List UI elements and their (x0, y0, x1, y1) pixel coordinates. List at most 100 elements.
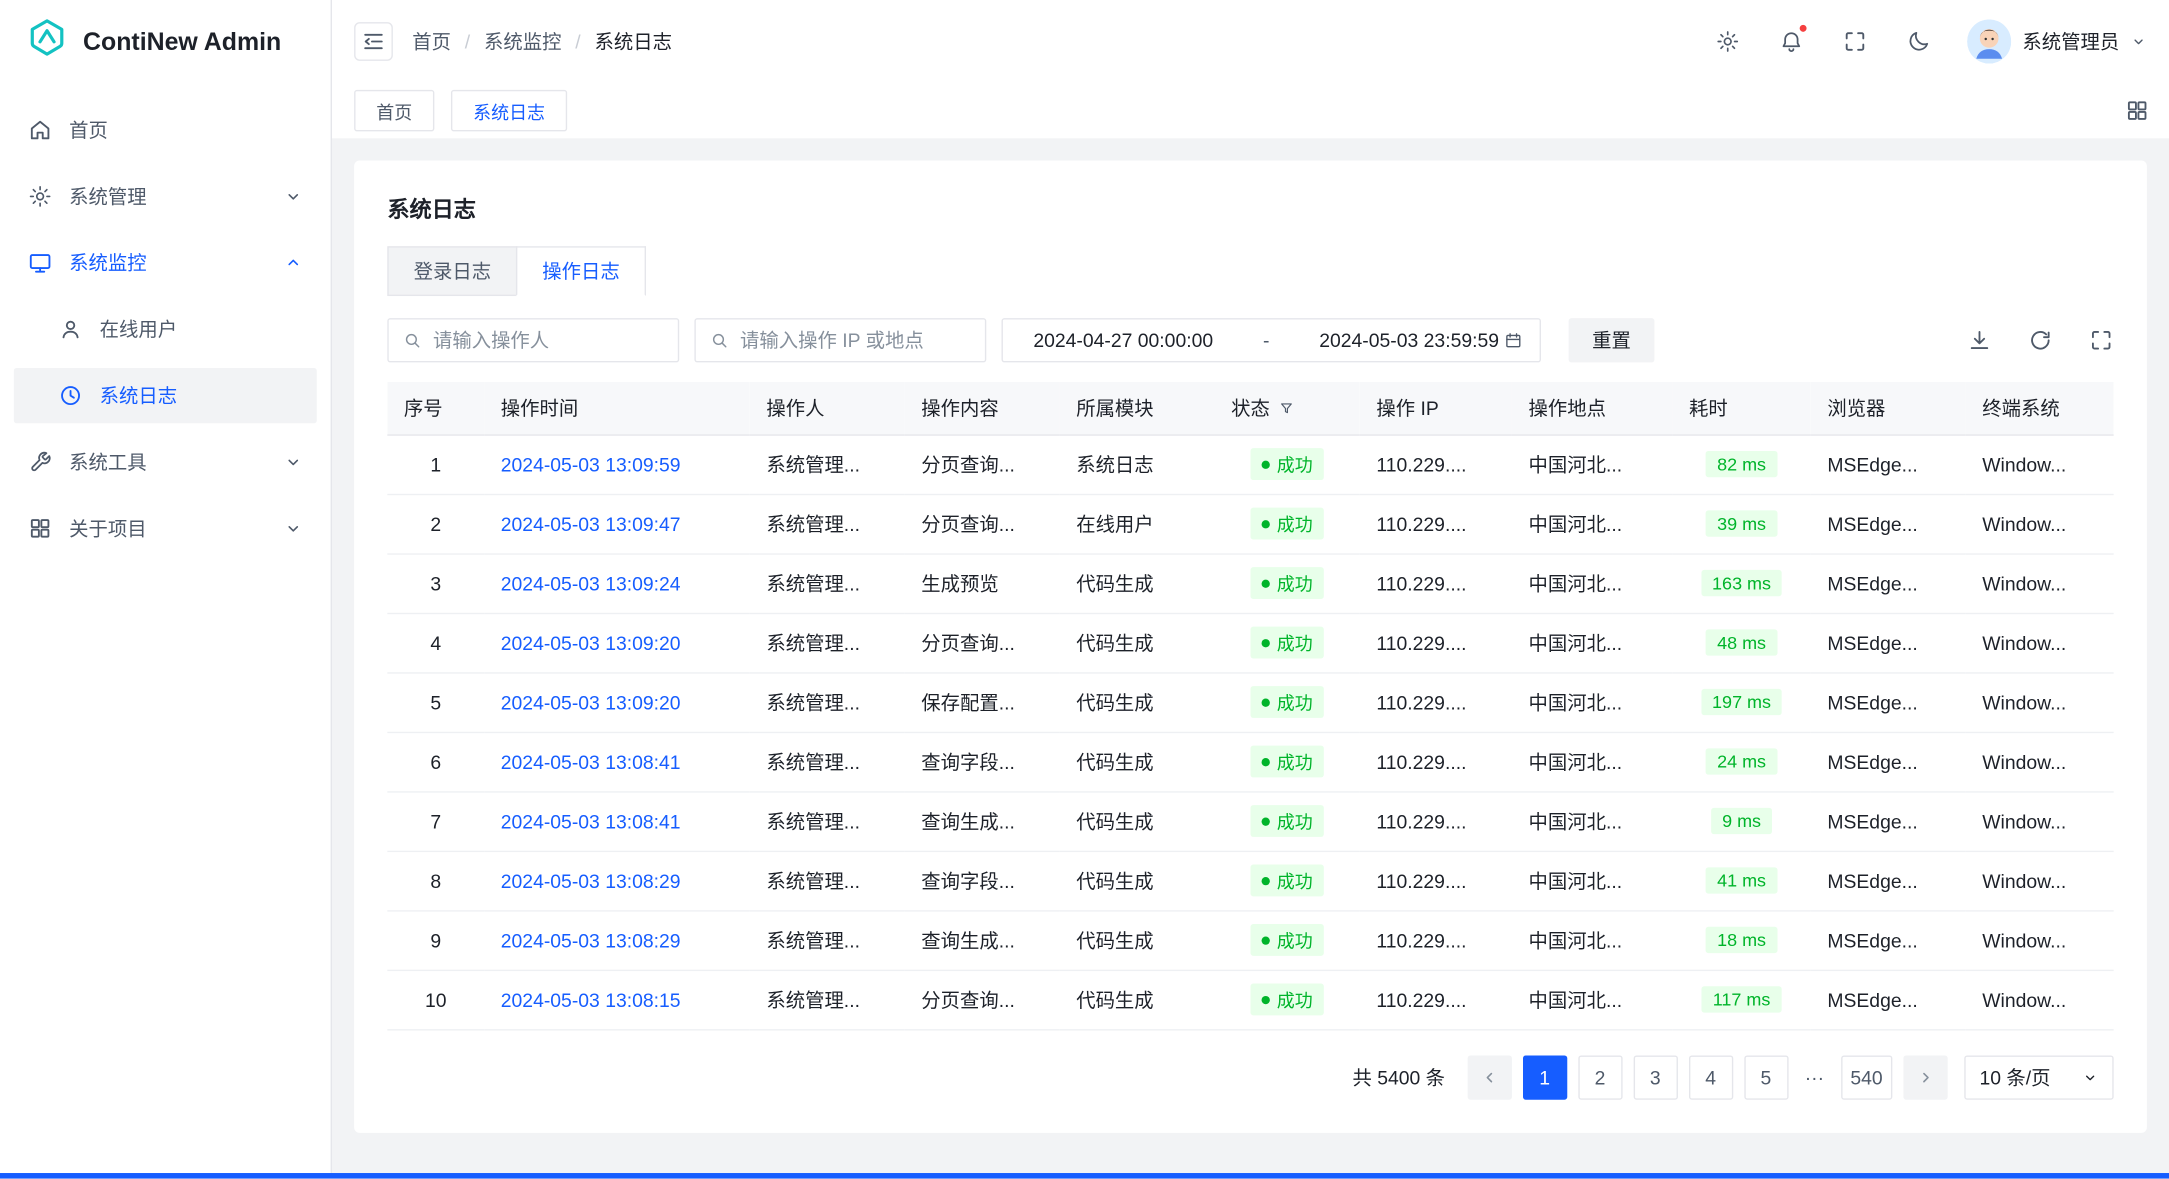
notifications-button[interactable] (1776, 26, 1806, 56)
date-range-start: 2024-04-27 00:00:00 (1033, 329, 1213, 351)
time-link[interactable]: 2024-05-03 13:08:41 (501, 750, 681, 772)
cell-location: 中国河北... (1512, 970, 1672, 1029)
main-area: 首页 / 系统监控 / 系统日志 (332, 0, 2169, 1179)
breadcrumb-item[interactable]: 首页 (412, 28, 451, 56)
page-tab-home[interactable]: 首页 (354, 90, 434, 131)
cell-ip: 110.229.... (1360, 851, 1512, 910)
cell-module: 系统日志 (1060, 434, 1215, 493)
cell-location: 中国河北... (1512, 732, 1672, 791)
download-icon[interactable] (1967, 328, 1992, 353)
cell-os: Window... (1966, 672, 2114, 731)
status-badge: 成功 (1250, 448, 1323, 480)
time-link[interactable]: 2024-05-03 13:08:29 (501, 869, 681, 891)
breadcrumb-separator: / (465, 30, 470, 52)
cell-operator: 系统管理... (750, 910, 905, 969)
cell-status: 成功 (1215, 613, 1360, 672)
sidebar-item-about-project[interactable]: 关于项目 (14, 501, 317, 556)
clock-icon (58, 383, 83, 408)
cell-browser: MSEdge... (1811, 613, 1966, 672)
cell-location: 中国河北... (1512, 613, 1672, 672)
cell-location: 中国河北... (1512, 851, 1672, 910)
date-range-picker[interactable]: 2024-04-27 00:00:00 - 2024-05-03 23:59:5… (1002, 318, 1541, 362)
sidebar-item-system-tools[interactable]: 系统工具 (14, 434, 317, 489)
cell-index: 1 (387, 434, 484, 493)
status-dot-icon (1262, 876, 1270, 884)
operator-search-input[interactable] (433, 329, 664, 351)
sidebar-item-system-logs[interactable]: 系统日志 (14, 368, 317, 423)
time-link[interactable]: 2024-05-03 13:09:47 (501, 513, 681, 535)
pagination-page-button[interactable]: 4 (1689, 1055, 1733, 1099)
page-size-select[interactable]: 10 条/页 (1964, 1055, 2113, 1099)
cell-content: 查询生成... (905, 791, 1060, 850)
refresh-icon[interactable] (2028, 328, 2053, 353)
time-link[interactable]: 2024-05-03 13:09:59 (501, 453, 681, 475)
time-link[interactable]: 2024-05-03 13:08:41 (501, 810, 681, 832)
status-badge: 成功 (1250, 805, 1323, 837)
page-title: 系统日志 (387, 191, 2113, 224)
cell-index: 6 (387, 732, 484, 791)
cell-module: 在线用户 (1060, 494, 1215, 553)
cell-module: 代码生成 (1060, 910, 1215, 969)
gear-icon (28, 184, 53, 209)
user-menu[interactable]: 系统管理员 (1967, 19, 2147, 63)
time-link[interactable]: 2024-05-03 13:09:20 (501, 631, 681, 653)
time-link[interactable]: 2024-05-03 13:09:24 (501, 572, 681, 594)
column-header: 操作 IP (1360, 382, 1512, 435)
dark-mode-button[interactable] (1903, 26, 1933, 56)
pagination-page-button[interactable]: 2 (1578, 1055, 1622, 1099)
tab-login-logs[interactable]: 登录日志 (387, 246, 517, 296)
chevron-down-icon (2130, 33, 2147, 50)
table-fullscreen-icon[interactable] (2089, 328, 2114, 353)
time-link[interactable]: 2024-05-03 13:08:15 (501, 988, 681, 1010)
cell-cost: 9 ms (1672, 791, 1810, 850)
table-row: 12024-05-03 13:09:59系统管理...分页查询...系统日志成功… (387, 434, 2113, 493)
fullscreen-button[interactable] (1840, 26, 1870, 56)
sidebar-collapse-button[interactable] (354, 22, 393, 61)
cell-browser: MSEdge... (1811, 791, 1966, 850)
cell-index: 7 (387, 791, 484, 850)
search-icon (403, 331, 422, 350)
header-actions: 系统管理员 (1713, 19, 2147, 63)
sidebar: ContiNew Admin 首页 系统管理 系统监控 (0, 0, 332, 1179)
cell-location: 中国河北... (1512, 494, 1672, 553)
pagination-page-button[interactable]: 3 (1633, 1055, 1677, 1099)
home-icon (28, 118, 53, 143)
cell-module: 代码生成 (1060, 672, 1215, 731)
date-range-end: 2024-05-03 23:59:59 (1319, 329, 1499, 351)
tab-operation-logs[interactable]: 操作日志 (516, 246, 646, 296)
tab-actions-button[interactable] (2125, 98, 2150, 123)
pagination-prev-button[interactable] (1467, 1055, 1511, 1099)
page-tab-system-logs[interactable]: 系统日志 (451, 90, 567, 131)
breadcrumb-item[interactable]: 系统监控 (484, 28, 561, 56)
pagination-next-button[interactable] (1903, 1055, 1947, 1099)
cell-module: 代码生成 (1060, 970, 1215, 1029)
cell-cost: 163 ms (1672, 553, 1810, 612)
pagination-page-button[interactable]: 540 (1841, 1055, 1893, 1099)
reset-button[interactable]: 重置 (1569, 318, 1655, 362)
cell-status: 成功 (1215, 553, 1360, 612)
cell-content: 查询字段... (905, 732, 1060, 791)
bottom-accent-bar (0, 1173, 2169, 1179)
settings-button[interactable] (1713, 26, 1743, 56)
cell-content: 生成预览 (905, 553, 1060, 612)
ip-search-input[interactable] (740, 329, 971, 351)
sidebar-item-home[interactable]: 首页 (14, 102, 317, 157)
column-header: 耗时 (1672, 382, 1810, 435)
cell-time: 2024-05-03 13:08:41 (484, 732, 750, 791)
sidebar-item-system-monitor[interactable]: 系统监控 (14, 235, 317, 290)
system-log-card: 系统日志 登录日志 操作日志 (354, 160, 2147, 1132)
filter-funnel-icon[interactable] (1278, 399, 1295, 416)
cell-content: 保存配置... (905, 672, 1060, 731)
cell-cost: 18 ms (1672, 910, 1810, 969)
sidebar-item-system-management[interactable]: 系统管理 (14, 169, 317, 224)
cell-browser: MSEdge... (1811, 732, 1966, 791)
time-link[interactable]: 2024-05-03 13:08:29 (501, 929, 681, 951)
pagination-page-button[interactable]: 5 (1744, 1055, 1788, 1099)
pagination-page-button[interactable]: 1 (1523, 1055, 1567, 1099)
time-link[interactable]: 2024-05-03 13:09:20 (501, 691, 681, 713)
status-badge: 成功 (1250, 686, 1323, 718)
cost-badge: 18 ms (1706, 927, 1777, 953)
sidebar-item-online-users[interactable]: 在线用户 (14, 302, 317, 357)
table-row: 72024-05-03 13:08:41系统管理...查询生成...代码生成成功… (387, 791, 2113, 850)
cell-content: 分页查询... (905, 434, 1060, 493)
